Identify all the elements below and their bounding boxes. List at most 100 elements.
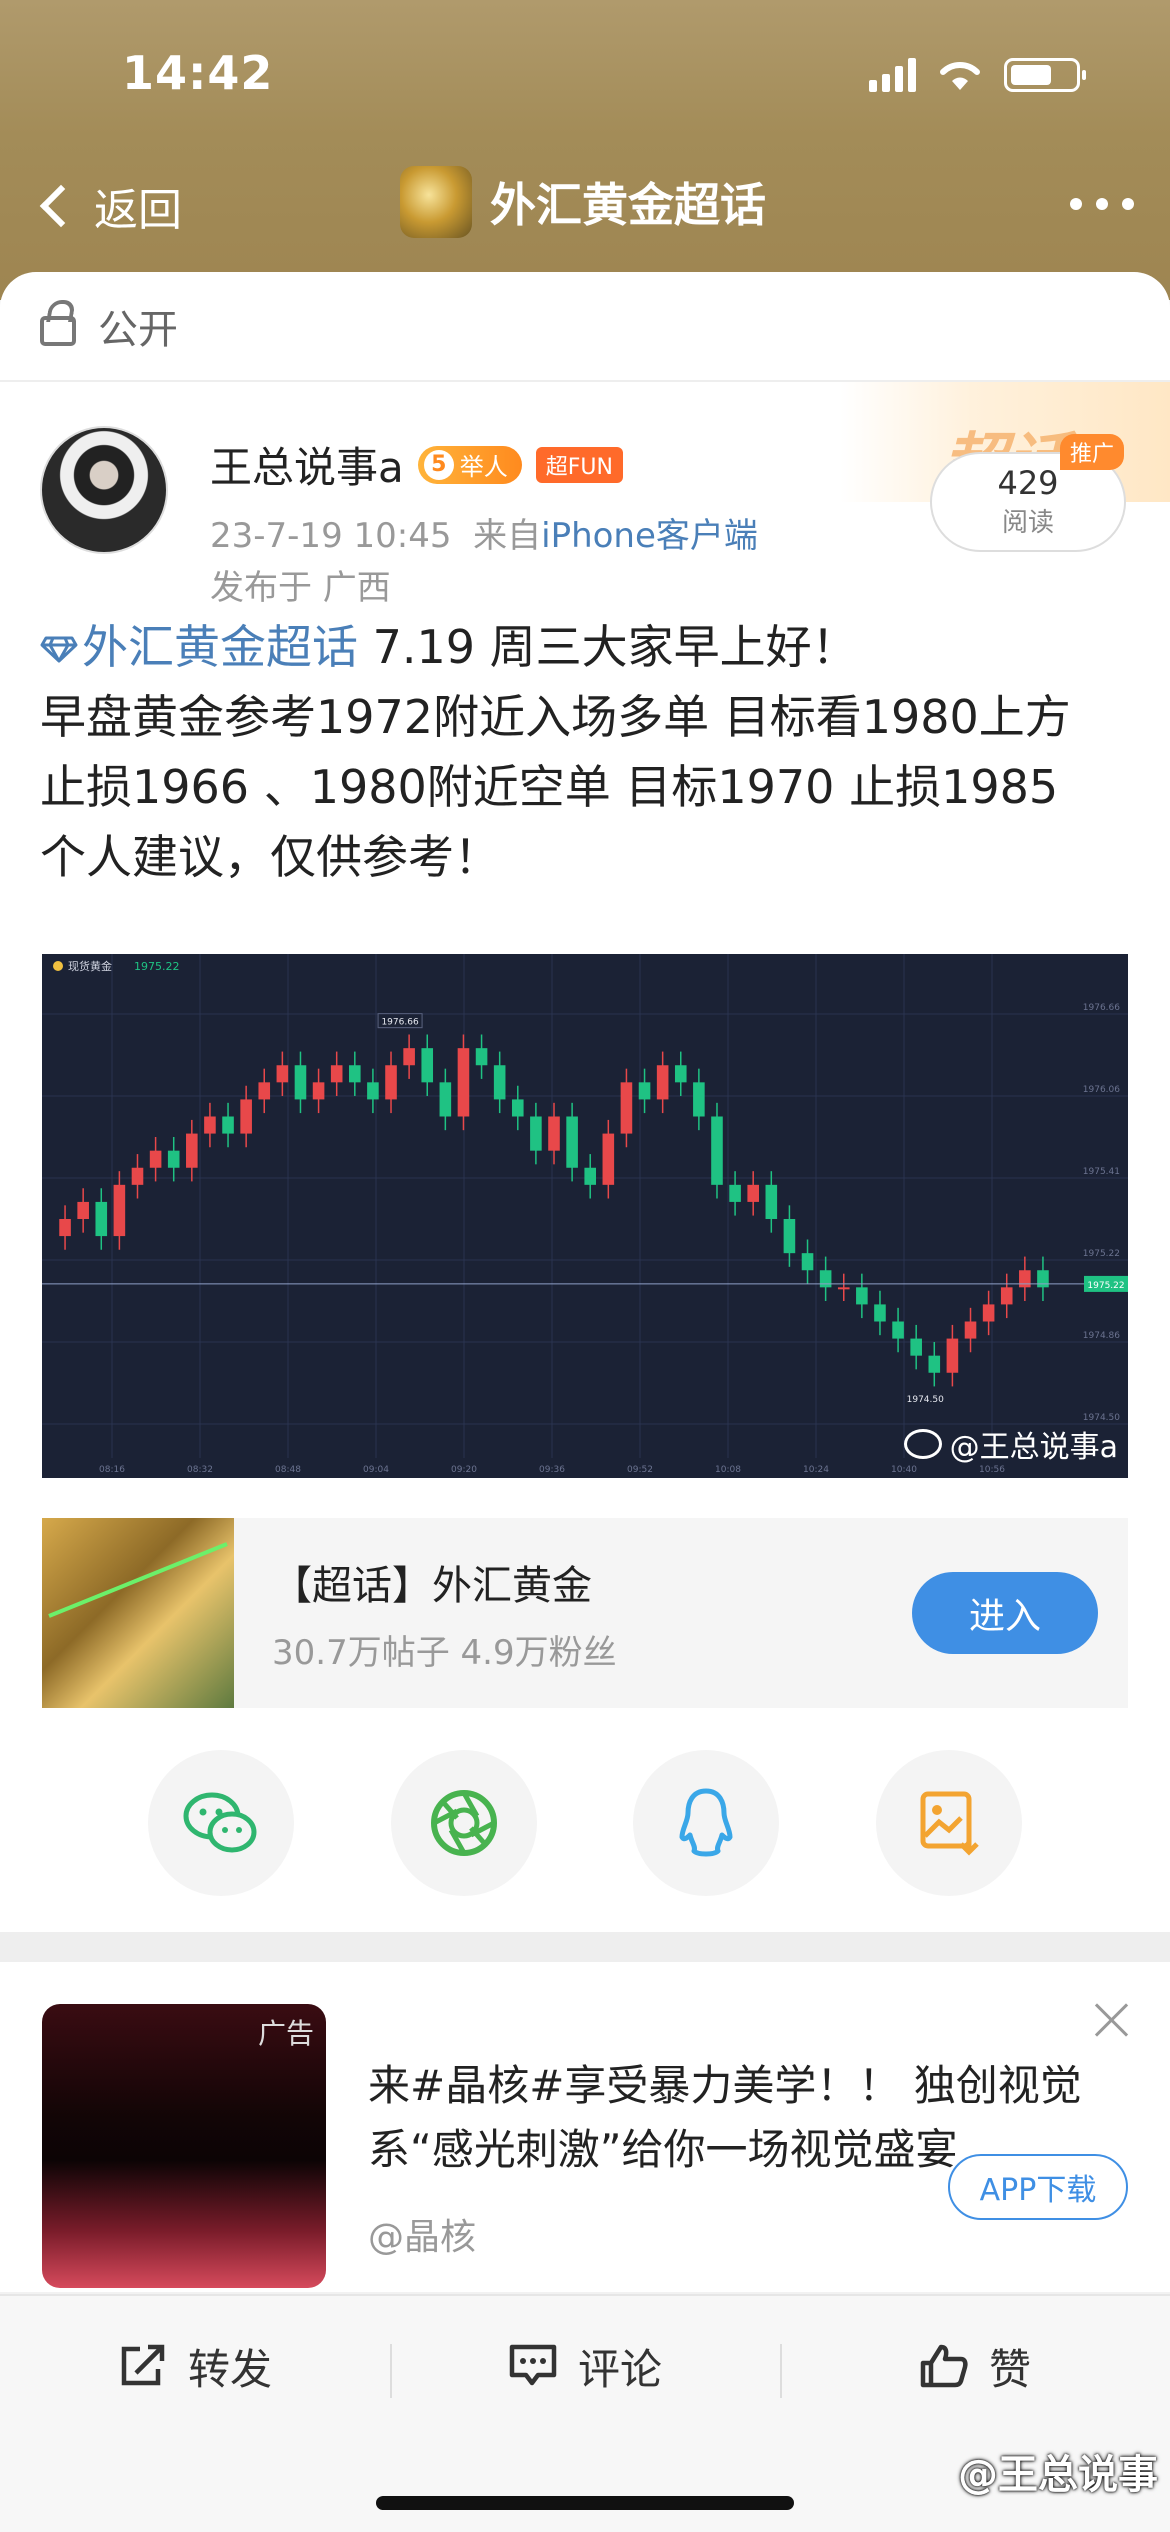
weibo-logo-icon — [903, 1429, 942, 1459]
corner-watermark: @王总说事 — [958, 2452, 1158, 2498]
more-menu-button[interactable] — [1070, 198, 1134, 210]
comment-button[interactable]: 评论 — [390, 2336, 780, 2398]
section-divider — [0, 1932, 1170, 1962]
candle-body — [276, 1065, 289, 1083]
back-button[interactable]: 返回 — [32, 174, 182, 238]
read-label: 阅读 — [1001, 508, 1054, 538]
candle-body — [294, 1065, 307, 1100]
candle-body — [729, 1184, 741, 1202]
app-download-button[interactable]: APP下载 — [948, 2154, 1128, 2220]
diamond-icon — [40, 636, 78, 663]
x-tick-label: 08:32 — [187, 1465, 213, 1475]
image-watermark-text: @王总说事a — [949, 1430, 1118, 1465]
level-number: 5 — [423, 449, 454, 480]
page-title[interactable]: 外汇黄金超话 — [400, 166, 766, 238]
post-line-1-text: 7.19 周三大家早上好！ — [358, 620, 858, 674]
share-wechat-button[interactable] — [148, 1750, 295, 1896]
y-tick-label: 1975.41 — [1083, 1167, 1120, 1177]
candle-body — [258, 1082, 271, 1100]
status-icons — [869, 58, 1086, 92]
candlestick-chart: 1976.66 1976.06 1975.41 1975.22 1974.86 1974.… — [42, 954, 1128, 1475]
candle-body — [222, 1116, 234, 1134]
candle-body — [964, 1321, 977, 1339]
repost-button[interactable]: 转发 — [0, 2336, 390, 2397]
promo-tag[interactable]: 推广 — [1059, 434, 1124, 470]
more-dot-icon — [1122, 198, 1134, 210]
candle-body — [584, 1167, 597, 1185]
post-line-4: 个人建议，仅供参考！ — [40, 830, 500, 884]
topic-link[interactable]: 外汇黄金超话 — [82, 620, 358, 674]
share-moments-button[interactable] — [390, 1750, 537, 1896]
fun-badge[interactable]: 超FUN — [535, 446, 623, 483]
candle-body — [439, 1082, 452, 1117]
ad-image[interactable]: 广告 — [42, 2004, 326, 2288]
candle-body — [77, 1201, 89, 1219]
x-tick-label: 09:04 — [363, 1465, 389, 1475]
x-tick-label: 08:16 — [99, 1465, 125, 1475]
status-time: 14:42 — [122, 46, 274, 100]
candle-body — [95, 1201, 108, 1237]
candle-body — [421, 1048, 434, 1083]
candle-body — [403, 1048, 415, 1066]
x-tick-label: 10:08 — [715, 1465, 741, 1475]
ad-source: @晶核 — [368, 2217, 477, 2258]
post-line-2: 早盘黄金参考1972附近入场多单 目标看1980上方 — [40, 690, 1071, 744]
candle-body — [638, 1082, 651, 1100]
like-label: 赞 — [988, 2344, 1031, 2394]
avatar[interactable] — [40, 426, 168, 554]
candle-body — [982, 1304, 995, 1322]
topic-thumbnail — [400, 166, 472, 238]
candle-body — [928, 1355, 941, 1373]
candle-body — [892, 1321, 904, 1339]
candle-body — [946, 1338, 959, 1373]
candle-body — [693, 1082, 705, 1117]
author-name[interactable]: 王总说事a — [210, 434, 404, 495]
ad-tag: 广告 — [257, 2017, 314, 2050]
candle-body — [131, 1167, 144, 1185]
post-date: 23-7-19 10:45 — [210, 516, 452, 556]
candle-body — [457, 1048, 470, 1117]
candle-body — [475, 1048, 488, 1066]
like-button[interactable]: 赞 — [780, 2336, 1170, 2398]
share-row — [0, 1750, 1170, 1896]
y-tick-label: 1976.06 — [1083, 1085, 1120, 1095]
candle-body — [167, 1150, 180, 1168]
candle-body — [620, 1082, 633, 1134]
candle-body — [711, 1116, 723, 1185]
candle-body — [783, 1219, 796, 1254]
candle-body — [674, 1065, 687, 1083]
topic-card-body: 【超话】外汇黄金 30.7万帖子 4.9万粉丝 — [272, 1553, 912, 1674]
share-qq-button[interactable] — [633, 1750, 780, 1896]
ad-card[interactable]: 广告 来#晶核#享受暴力美学！！ 独创视觉系“感光刺激”给你一场视觉盛宴 APP… — [0, 1962, 1170, 2292]
candle-body — [1019, 1270, 1031, 1288]
wifi-icon — [940, 61, 980, 90]
chart-title: 现货黄金 — [68, 959, 112, 973]
nav-bar: 返回 外汇黄金超话 — [0, 160, 1170, 250]
candle-body — [493, 1065, 506, 1100]
candle-body — [747, 1184, 759, 1202]
home-indicator[interactable] — [376, 2496, 794, 2510]
x-tick-label: 10:56 — [979, 1465, 1005, 1475]
level-label: 举人 — [459, 453, 508, 481]
post-image-chart[interactable]: 1976.66 1976.06 1975.41 1975.22 1974.86 1974.… — [42, 954, 1128, 1478]
candle-body — [656, 1065, 669, 1100]
save-image-button[interactable] — [875, 1750, 1022, 1896]
close-icon[interactable] — [1094, 2002, 1130, 2038]
candle-body — [240, 1099, 252, 1134]
topic-card[interactable]: 【超话】外汇黄金 30.7万帖子 4.9万粉丝 进入 — [42, 1518, 1128, 1708]
y-tick-label: 1974.86 — [1083, 1331, 1120, 1341]
level-badge[interactable]: 5 举人 — [417, 445, 522, 484]
y-tick-label: 1975.22 — [1083, 1249, 1120, 1259]
topic-card-stats: 30.7万帖子 4.9万粉丝 — [272, 1632, 617, 1673]
candle-body — [801, 1253, 814, 1271]
candle-body — [856, 1287, 868, 1305]
x-tick-label: 10:40 — [891, 1465, 917, 1475]
low-label: 1974.50 — [907, 1395, 944, 1405]
action-row: 转发 评论 赞 — [0, 2296, 1170, 2436]
comment-icon — [509, 2344, 557, 2386]
x-tick-label: 09:36 — [539, 1465, 565, 1475]
post-source[interactable]: iPhone客户端 — [541, 516, 758, 556]
enter-button[interactable]: 进入 — [912, 1572, 1098, 1654]
qq-penguin-icon — [679, 1788, 733, 1857]
gold-dot-icon — [53, 961, 63, 971]
